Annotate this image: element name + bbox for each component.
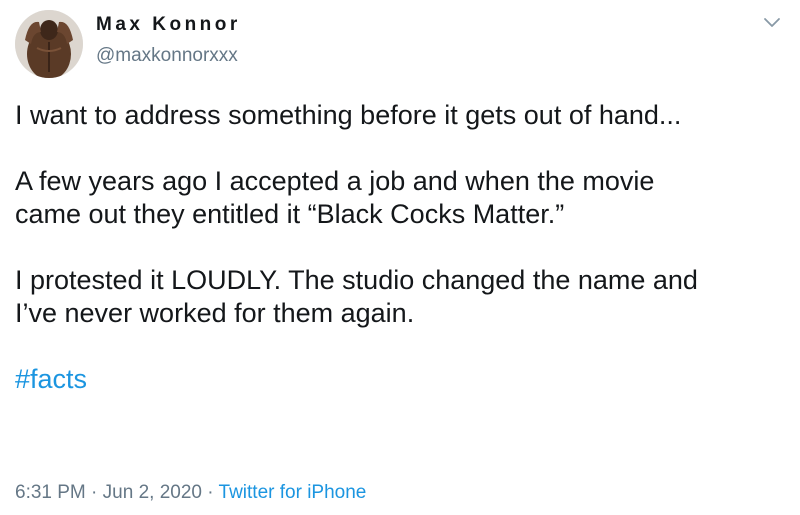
hashtag-link[interactable]: #facts	[15, 364, 87, 394]
tweet-text: I want to address something before it ge…	[15, 99, 790, 396]
chevron-down-icon[interactable]	[763, 16, 781, 30]
meta-separator: ·	[207, 482, 214, 503]
meta-separator: ·	[91, 482, 98, 503]
display-name[interactable]: Max Konnor	[96, 14, 241, 36]
tweet-line: I want to address something before it ge…	[15, 100, 682, 130]
tweet-meta: 6:31 PM · Jun 2, 2020 · Twitter for iPho…	[15, 482, 366, 504]
profile-photo-icon	[15, 10, 83, 78]
avatar[interactable]	[15, 10, 83, 78]
tweet-card: Max Konnor @maxkonnorxxx I want to addre…	[0, 0, 800, 515]
tweet-line: I’ve never worked for them again.	[15, 298, 415, 328]
tweet-line: I protested it LOUDLY. The studio change…	[15, 265, 698, 295]
user-handle[interactable]: @maxkonnorxxx	[96, 45, 238, 67]
tweet-line: A few years ago I accepted a job and whe…	[15, 166, 655, 196]
tweet-date[interactable]: Jun 2, 2020	[103, 482, 202, 503]
tweet-source-link[interactable]: Twitter for iPhone	[219, 482, 367, 503]
tweet-line: came out they entitled it “Black Cocks M…	[15, 199, 565, 229]
tweet-time[interactable]: 6:31 PM	[15, 482, 86, 503]
